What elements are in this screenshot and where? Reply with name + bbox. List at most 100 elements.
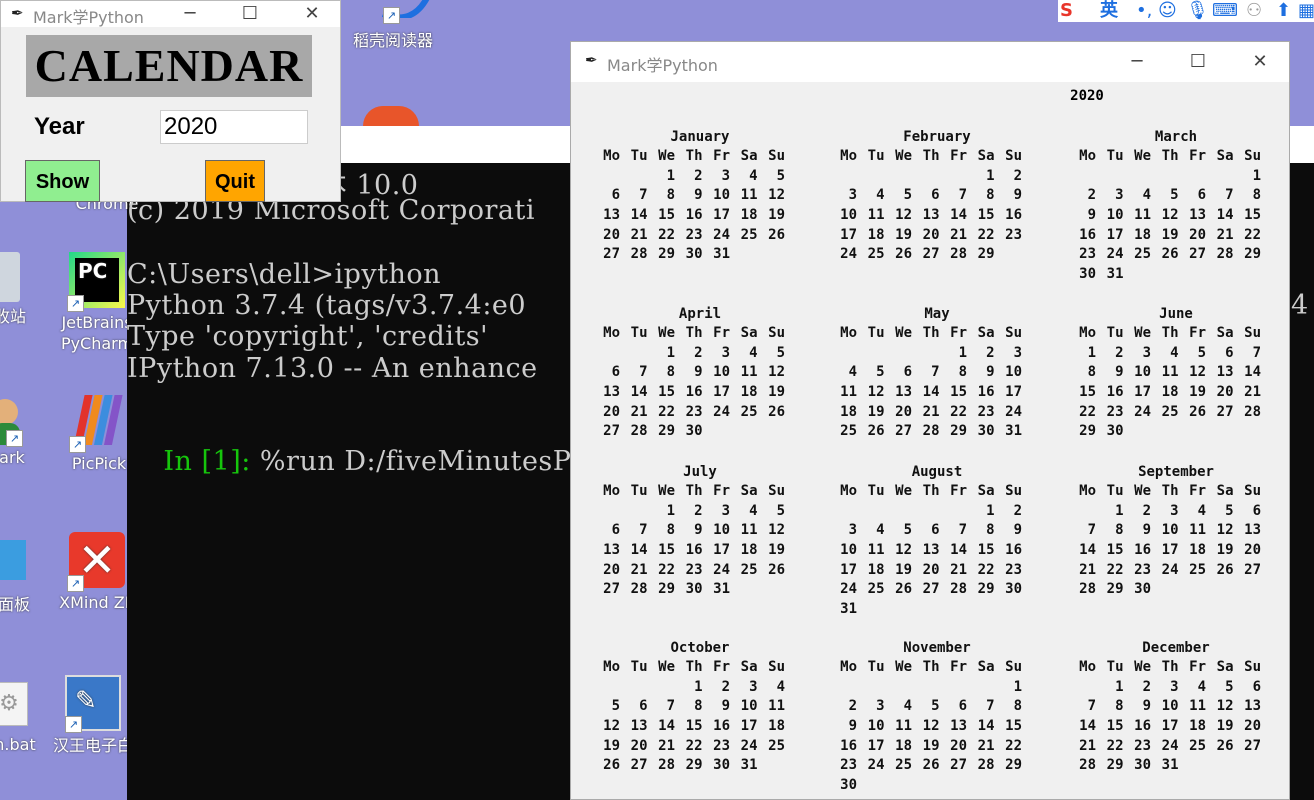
day-cell: 23 [1005,561,1022,578]
month-january: January Mo Tu We Th Fr Sa Su 1 2 3 4 5 6 7 8 9 10 11 12 13 14… [600,127,800,265]
day-cell: 21 [922,403,940,420]
app-icon-orange[interactable] [363,106,419,126]
week-row: 29 30 [1076,422,1276,442]
weekday-label: Tu [1106,483,1124,499]
week-row: 24 25 26 27 28 29 [837,245,1037,265]
weekday-label: Sa [977,148,995,164]
weekday-label: Su [1244,483,1261,499]
weekday-label: Th [922,148,940,164]
weekday-label: Su [1005,483,1022,499]
day-cell: 27 [630,757,648,774]
week-row: 1 [1076,167,1276,187]
day-cell: 2 [694,344,703,361]
calendar-control-window: ✒ Mark学Python ─ ☐ ✕ CALENDAR Year 2020 S… [0,0,341,202]
day-cell: 5 [903,522,912,539]
week-row: 22 23 24 25 26 27 28 [1076,403,1276,423]
day-cell: 17 [1161,542,1179,559]
day-cell: 13 [630,718,648,735]
year-input[interactable]: 2020 [160,110,308,144]
desktop-icon-mark[interactable]: ↗ ark [0,393,32,468]
weekday-label: Su [1005,659,1022,675]
desktop-icon-recycle-bin[interactable]: 收站 [0,252,30,327]
day-cell: 12 [603,718,620,735]
month-name: March [1154,129,1198,145]
punctuation-icon[interactable]: •, [1136,0,1152,22]
month-march: March Mo Tu We Th Fr Sa Su 1 2 3 4 5 6 7 8 9 10 11 12 13 14 15… [1076,127,1276,285]
week-row: 6 7 8 9 10 11 12 [600,363,800,383]
weekday-header: Mo Tu We Th Fr Sa Su [837,147,1037,167]
week-row: 15 16 17 18 19 20 21 [1076,383,1276,403]
day-cell: 12 [895,207,912,224]
grid-icon[interactable]: ▦ [1298,0,1314,22]
desktop-icon-hanwang[interactable]: ✎ ↗ 汉王电子白 [48,675,138,756]
day-cell: 12 [1161,207,1179,224]
day-cell: 28 [1079,757,1096,774]
desktop-icon-docer-reader[interactable]: ↗ 稻壳阅读器 [350,0,436,51]
day-cell: 27 [1244,561,1261,578]
close-button[interactable]: ✕ [289,1,335,27]
desktop-icon-label: ark [0,448,25,467]
day-cell: 19 [895,226,912,243]
day-cell: 15 [658,384,675,401]
minimize-button[interactable]: ─ [1114,42,1160,82]
ime-language-indicator[interactable]: 英 [1100,0,1118,22]
day-cell: 29 [950,423,967,440]
day-cell: 8 [986,187,995,204]
day-cell: 17 [713,384,730,401]
day-cell: 14 [977,718,995,735]
day-cell: 2 [721,678,730,695]
sogou-icon[interactable]: S [1060,0,1073,22]
day-cell: 10 [1106,207,1124,224]
close-button[interactable]: ✕ [1237,42,1283,82]
emoji-icon[interactable]: ☺ [1158,0,1177,22]
calendar-window: ✒ Mark学Python ─ ☐ ✕ 2020 January Mo Tu We Th… [570,41,1290,800]
microphone-icon[interactable]: 🎙 [1186,0,1209,22]
month-october: October Mo Tu We Th Fr Sa Su 1 2 3 4 5 6 7 8 9 10 11 12 13 14… [600,638,800,776]
day-cell: 2 [848,698,857,715]
day-cell: 3 [721,167,730,184]
desktop-icon-control-panel[interactable]: 面板 [0,540,34,615]
day-cell: 20 [922,561,940,578]
terminal-line: C:\Users\dell>ipython [127,259,442,290]
keyboard-icon[interactable]: ⌨ [1212,0,1238,22]
week-row: 1 2 3 4 [600,678,800,698]
weekday-label: Tu [867,659,885,675]
day-cell: 30 [685,581,703,598]
window-titlebar[interactable]: ✒ Mark学Python ─ ☐ ✕ [1,1,340,27]
quit-button[interactable]: Quit [205,160,265,202]
user-icon[interactable]: ⚇ [1246,0,1262,22]
day-cell: 16 [1005,207,1022,224]
day-cell: 19 [603,737,620,754]
day-cell: 30 [1005,581,1022,598]
month-june: June Mo Tu We Th Fr Sa Su 1 2 3 4 5 6 7 8 9 10 11 12 13 14 15 1… [1076,304,1276,442]
desktop-icon-label: 收站 [0,307,26,326]
shirt-icon[interactable]: ⬆ [1276,0,1291,22]
day-cell: 6 [611,187,620,204]
weekday-label: Mo [1079,325,1096,341]
day-cell: 17 [713,542,730,559]
maximize-button[interactable]: ☐ [1175,42,1221,82]
window-titlebar[interactable]: ✒ Mark学Python ─ ☐ ✕ [571,42,1289,82]
show-button[interactable]: Show [25,160,100,202]
desktop-icon-bat-file[interactable]: ⚙ n.bat [0,682,40,755]
weekday-label: Th [685,325,703,341]
day-cell: 21 [950,561,967,578]
day-cell: 12 [895,542,912,559]
day-cell: 27 [922,581,940,598]
day-cell: 4 [848,364,857,381]
day-cell: 29 [977,246,995,263]
month-may: May Mo Tu We Th Fr Sa Su 1 2 3 4 5 6 7 8 9 10 11 12 13 14 15 16… [837,304,1037,442]
day-cell: 28 [630,581,648,598]
day-cell: 16 [840,737,857,754]
day-cell: 11 [740,364,758,381]
day-cell: 2 [1115,344,1124,361]
week-row: 9 10 11 12 13 14 15 [1076,206,1276,226]
weekday-header: Mo Tu We Th Fr Sa Su [1076,658,1276,678]
maximize-button[interactable]: ☐ [227,1,273,27]
day-cell: 22 [977,561,995,578]
minimize-button[interactable]: ─ [167,1,213,27]
day-cell: 9 [1013,522,1022,539]
day-cell: 9 [694,522,703,539]
day-cell: 19 [768,207,785,224]
weekday-header: Mo Tu We Th Fr Sa Su [600,658,800,678]
